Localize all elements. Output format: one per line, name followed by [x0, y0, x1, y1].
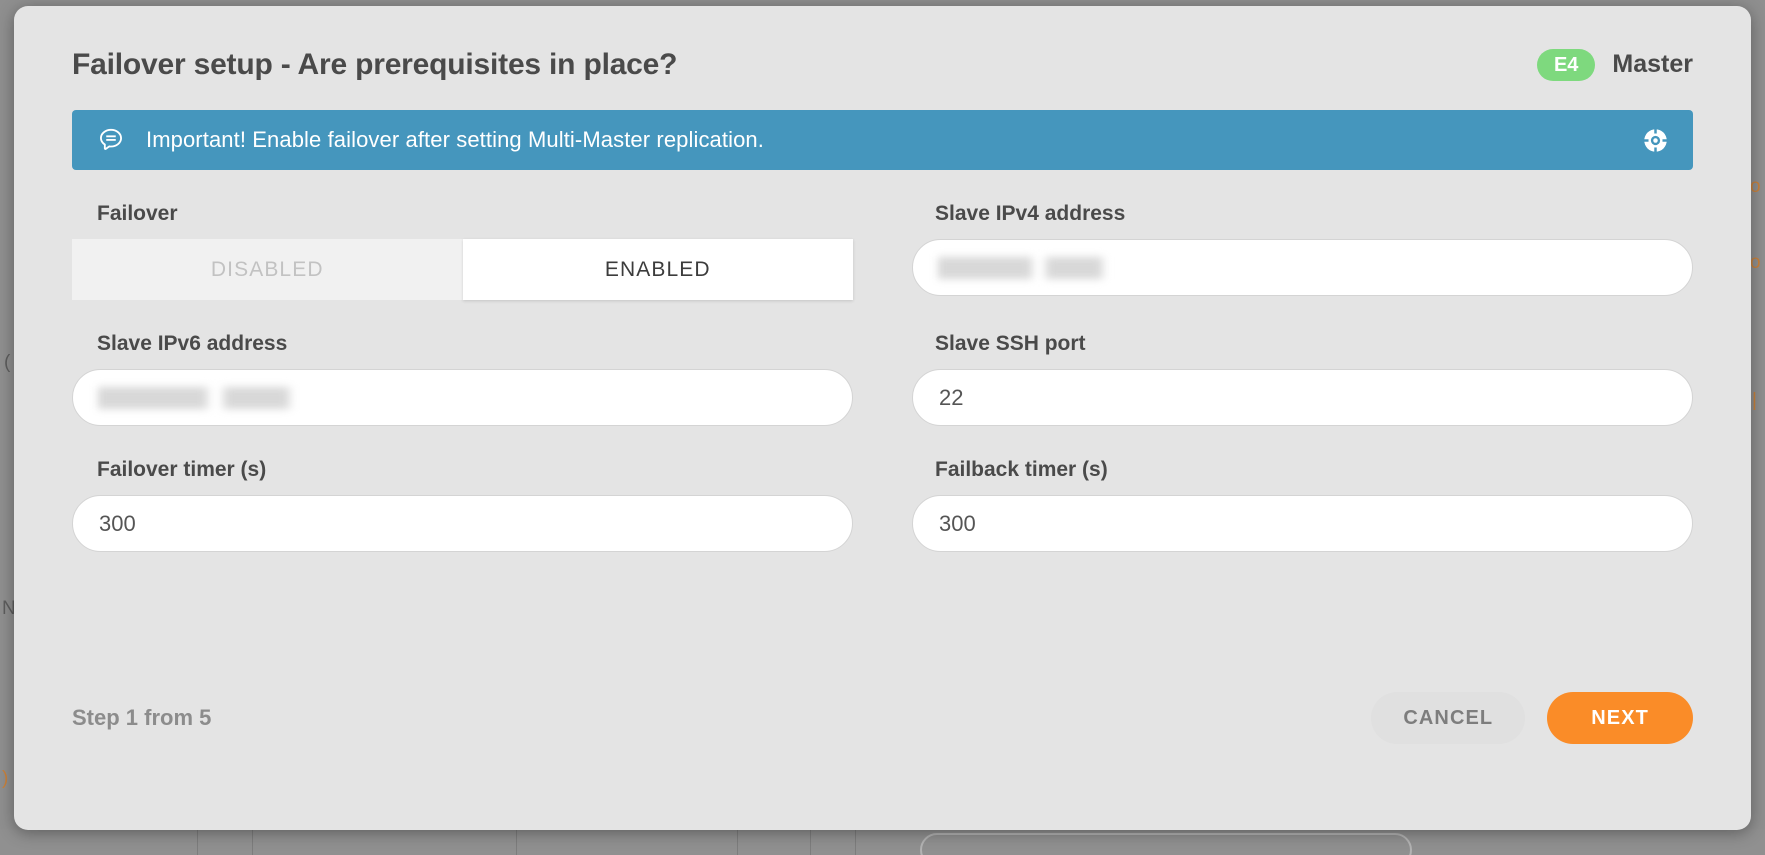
- background-column-divider: [737, 827, 738, 855]
- page-title: Failover setup - Are prerequisites in pl…: [72, 48, 678, 81]
- background-text-fragment: |: [1752, 390, 1757, 411]
- field-label-failback-timer: Failback timer (s): [935, 458, 1108, 481]
- background-text-fragment: o: [1750, 176, 1761, 197]
- background-column-divider: [516, 827, 517, 855]
- failover-option-enabled[interactable]: ENABLED: [462, 239, 853, 300]
- field-failover-timer: Failover timer (s): [72, 458, 853, 552]
- field-slave-ssh-port: Slave SSH port: [912, 332, 1693, 426]
- field-label-slave-ssh-port: Slave SSH port: [935, 332, 1086, 355]
- background-column-divider: [197, 827, 198, 855]
- slave-ssh-port-input[interactable]: [912, 369, 1693, 426]
- node-indicator: E4 Master: [1536, 48, 1693, 82]
- footer-actions: CANCEL NEXT: [1371, 692, 1693, 744]
- cancel-button[interactable]: CANCEL: [1371, 692, 1526, 744]
- background-text-fragment: ): [2, 768, 9, 789]
- background-text-fragment: o: [1750, 252, 1761, 273]
- field-failover: Failover DISABLED ENABLED: [72, 202, 853, 300]
- failover-form: Failover DISABLED ENABLED Slave IPv4 add…: [72, 202, 1693, 584]
- field-label-failover: Failover: [97, 202, 178, 225]
- node-role-label: Master: [1612, 50, 1693, 79]
- failover-option-disabled[interactable]: DISABLED: [72, 239, 463, 300]
- background-column-divider: [252, 827, 253, 855]
- background-column-divider: [810, 827, 811, 855]
- failover-timer-input[interactable]: [72, 495, 853, 552]
- life-buoy-icon[interactable]: [1642, 127, 1669, 154]
- background-bottom-bar: [0, 829, 1765, 855]
- dialog-header: Failover setup - Are prerequisites in pl…: [72, 48, 1693, 82]
- comment-icon: [98, 127, 124, 153]
- alert-message: Important! Enable failover after setting…: [146, 127, 764, 152]
- background-pill-control: [920, 833, 1412, 855]
- field-slave-ipv6: Slave IPv6 address: [72, 332, 853, 426]
- slave-ipv6-input[interactable]: [72, 369, 853, 426]
- status-badge: E4: [1536, 48, 1596, 82]
- failback-timer-input[interactable]: [912, 495, 1693, 552]
- field-label-failover-timer: Failover timer (s): [97, 458, 267, 481]
- field-label-slave-ipv4: Slave IPv4 address: [935, 202, 1126, 225]
- field-failback-timer: Failback timer (s): [912, 458, 1693, 552]
- dialog-footer: Step 1 from 5 CANCEL NEXT: [72, 692, 1693, 830]
- slave-ipv4-input[interactable]: [912, 239, 1693, 296]
- background-column-divider: [855, 827, 856, 855]
- step-indicator: Step 1 from 5: [72, 705, 212, 730]
- field-slave-ipv4: Slave IPv4 address: [912, 202, 1693, 300]
- next-button[interactable]: NEXT: [1547, 692, 1693, 744]
- info-alert-banner: Important! Enable failover after setting…: [72, 110, 1693, 170]
- failover-toggle: DISABLED ENABLED: [72, 239, 853, 300]
- background-text-fragment: (: [4, 352, 11, 373]
- field-label-slave-ipv6: Slave IPv6 address: [97, 332, 288, 355]
- failover-setup-dialog: Failover setup - Are prerequisites in pl…: [14, 6, 1751, 830]
